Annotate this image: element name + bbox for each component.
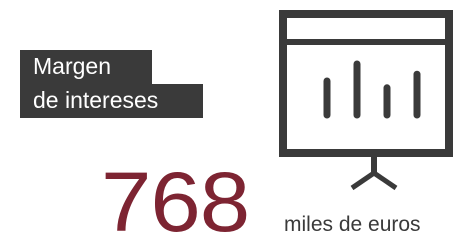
kpi-card: Margen de intereses 768 miles de euros	[0, 0, 454, 241]
presentation-board-icon	[279, 10, 453, 191]
metric-label-line-1: Margen	[20, 50, 152, 84]
metric-value: 768	[101, 155, 250, 241]
board-frame	[279, 10, 453, 157]
easel-leg-right	[372, 170, 398, 191]
icon-bars	[323, 60, 421, 119]
metric-label-line-2: de intereses	[20, 84, 203, 118]
easel-leg-left	[350, 170, 376, 191]
metric-unit: miles de euros	[284, 213, 421, 236]
